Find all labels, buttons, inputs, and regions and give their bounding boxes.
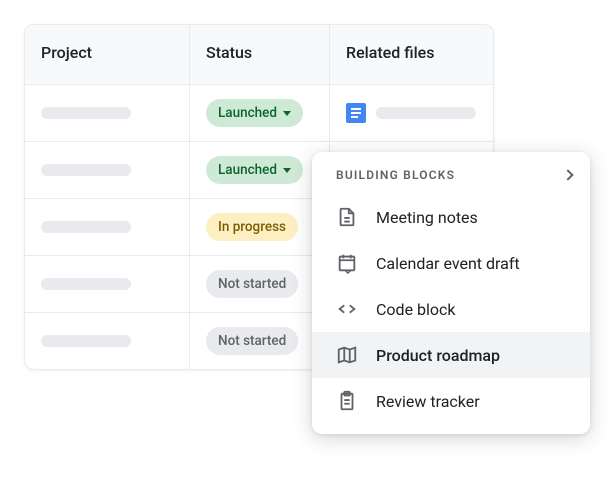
page-icon [336, 206, 358, 228]
status-label: In progress [218, 219, 286, 235]
cell-status[interactable]: Launched [190, 142, 330, 198]
menu-item-label: Product roadmap [376, 346, 500, 365]
status-chip[interactable]: Not started [206, 270, 298, 298]
menu-item-label: Meeting notes [376, 208, 478, 227]
map-icon [336, 344, 358, 366]
placeholder-text [41, 278, 131, 290]
table-row: Launched [25, 85, 493, 142]
cell-project[interactable] [25, 199, 190, 255]
calendar-icon [336, 252, 358, 274]
building-blocks-popover: BUILDING BLOCKS Meeting notes Calendar e… [312, 152, 590, 434]
table-header-row: Project Status Related files [25, 25, 493, 85]
status-label: Launched [218, 105, 277, 121]
clipboard-icon [336, 390, 358, 412]
cell-status[interactable]: In progress [190, 199, 330, 255]
chevron-right-icon [562, 169, 573, 180]
cell-project[interactable] [25, 313, 190, 369]
menu-item-review-tracker[interactable]: Review tracker [312, 378, 590, 424]
menu-item-calendar-event-draft[interactable]: Calendar event draft [312, 240, 590, 286]
placeholder-text [376, 107, 476, 119]
cell-project[interactable] [25, 142, 190, 198]
cell-status[interactable]: Not started [190, 256, 330, 312]
menu-item-label: Review tracker [376, 392, 480, 411]
placeholder-text [41, 107, 131, 119]
cell-project[interactable] [25, 256, 190, 312]
col-header-project: Project [25, 25, 190, 84]
status-label: Launched [218, 162, 277, 178]
code-icon [336, 298, 358, 320]
menu-item-code-block[interactable]: Code block [312, 286, 590, 332]
menu-item-label: Code block [376, 300, 456, 319]
col-header-status: Status [190, 25, 330, 84]
menu-item-product-roadmap[interactable]: Product roadmap [312, 332, 590, 378]
cell-related[interactable] [330, 85, 493, 141]
placeholder-text [41, 335, 131, 347]
status-chip[interactable]: Launched [206, 99, 303, 127]
google-doc-icon [346, 103, 366, 123]
status-chip[interactable]: Launched [206, 156, 303, 184]
placeholder-text [41, 164, 131, 176]
status-chip[interactable]: Not started [206, 327, 298, 355]
col-header-related: Related files [330, 25, 493, 84]
status-label: Not started [218, 333, 286, 349]
menu-item-meeting-notes[interactable]: Meeting notes [312, 194, 590, 240]
status-chip[interactable]: In progress [206, 213, 298, 241]
chevron-down-icon [283, 111, 291, 116]
popover-header[interactable]: BUILDING BLOCKS [312, 166, 590, 194]
popover-title: BUILDING BLOCKS [336, 168, 455, 182]
cell-status[interactable]: Not started [190, 313, 330, 369]
cell-project[interactable] [25, 85, 190, 141]
cell-status[interactable]: Launched [190, 85, 330, 141]
menu-item-label: Calendar event draft [376, 254, 520, 273]
chevron-down-icon [283, 168, 291, 173]
placeholder-text [41, 221, 131, 233]
status-label: Not started [218, 276, 286, 292]
